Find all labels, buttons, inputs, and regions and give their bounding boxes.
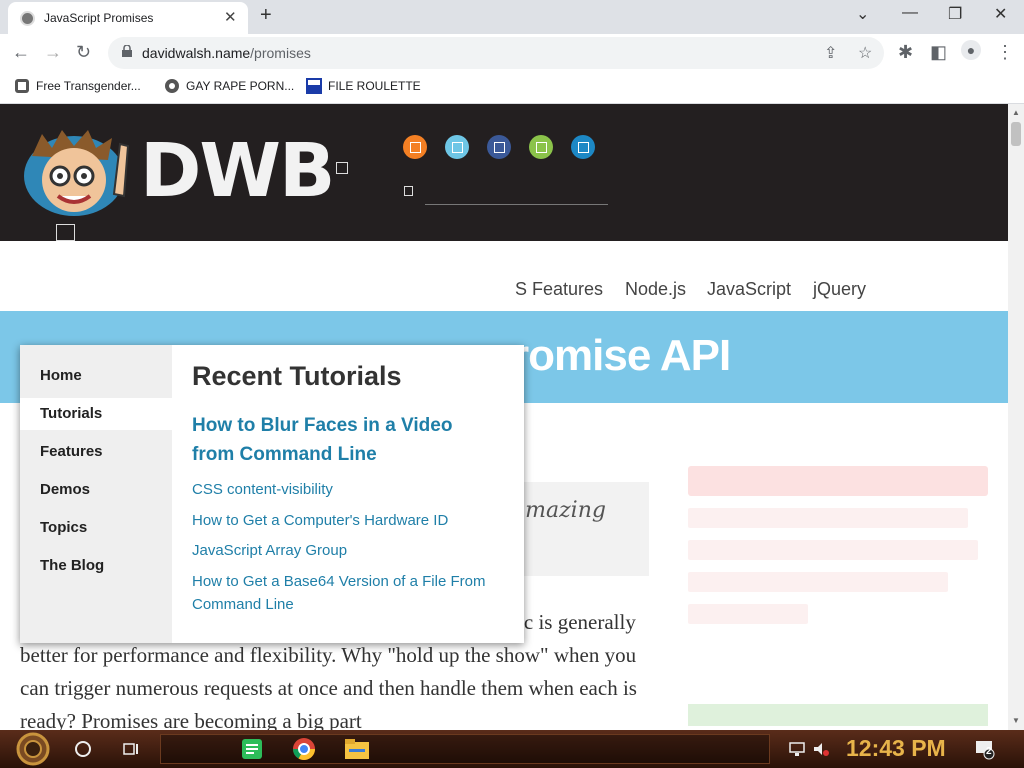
browser-tab[interactable]: JavaScript Promises ✕: [8, 2, 248, 34]
tutorial-link[interactable]: JavaScript Array Group: [192, 539, 512, 562]
notification-count: 2: [986, 746, 992, 757]
minimize-button[interactable]: —: [902, 4, 918, 22]
side-panel-icon[interactable]: ◧: [930, 42, 947, 63]
url-domain: davidwalsh.name: [142, 45, 251, 61]
scroll-thumb[interactable]: [1011, 122, 1021, 146]
maximize-button[interactable]: ❐: [948, 4, 962, 24]
page-scrollbar[interactable]: ▲ ▼: [1008, 104, 1024, 730]
start-button-icon[interactable]: [12, 732, 54, 766]
dos-icon: [306, 78, 322, 94]
menu-item-home[interactable]: Home: [20, 360, 172, 392]
rss-icon[interactable]: [403, 135, 427, 159]
hamburger-icon[interactable]: [56, 224, 75, 241]
linkedin-icon[interactable]: [571, 135, 595, 159]
article-title: romise API: [512, 331, 731, 380]
sidebar-line: [688, 540, 978, 560]
notes-app-icon[interactable]: [241, 738, 263, 760]
logo-mascot-icon[interactable]: [22, 126, 132, 218]
site-nav: S Features Node.js JavaScript jQuery: [0, 241, 1008, 311]
menu-item-the-blog[interactable]: The Blog: [20, 550, 172, 582]
menu-item-tutorials[interactable]: Tutorials: [20, 398, 172, 430]
browser-menu-icon[interactable]: ⋮: [996, 42, 1014, 63]
share-icon[interactable]: ⇪: [824, 43, 837, 63]
search-icon[interactable]: [404, 186, 413, 196]
nav-dropdown-menu: Home Tutorials Features Demos Topics The…: [20, 345, 524, 643]
search-circle-icon[interactable]: [74, 740, 92, 758]
notifications-icon[interactable]: [974, 738, 996, 760]
bookmark-item[interactable]: FILE ROULETTE: [306, 78, 421, 94]
scroll-down-icon[interactable]: ▼: [1012, 716, 1020, 725]
menu-item-features[interactable]: Features: [20, 436, 172, 468]
url-text: davidwalsh.name/promises: [142, 45, 311, 61]
bookmark-item[interactable]: GAY RAPE PORN...: [164, 78, 294, 94]
menu-categories: Home Tutorials Features Demos Topics The…: [20, 345, 172, 643]
nav-link-javascript[interactable]: JavaScript: [707, 279, 791, 300]
site-logo-text[interactable]: DWB: [140, 128, 335, 214]
network-icon[interactable]: [788, 740, 806, 758]
chrome-icon[interactable]: [292, 737, 316, 761]
volume-muted-icon[interactable]: [812, 740, 830, 758]
new-tab-button[interactable]: +: [260, 4, 272, 27]
sidebar-line: [688, 508, 968, 528]
tab-strip: JavaScript Promises ✕ + ⌄ — ❐ ✕: [0, 0, 1024, 34]
tutorial-link[interactable]: How to Get a Computer's Hardware ID: [192, 509, 512, 532]
bookmark-item[interactable]: Free Transgender...: [14, 78, 141, 94]
nav-link-nodejs[interactable]: Node.js: [625, 279, 686, 300]
menu-item-demos[interactable]: Demos: [20, 474, 172, 506]
browser-toolbar: ← → ↻ davidwalsh.name/promises ⇪ ☆ ✱ ◧ ●…: [0, 34, 1024, 72]
menu-toggle-icon[interactable]: [336, 162, 348, 174]
twitter-icon[interactable]: [445, 135, 469, 159]
scroll-up-icon[interactable]: ▲: [1012, 108, 1020, 117]
tutorial-link[interactable]: CSS content-visibility: [192, 478, 512, 501]
callout-text-tail: amazing: [512, 498, 606, 523]
nav-link-jquery[interactable]: jQuery: [813, 279, 866, 300]
globe-icon: [165, 79, 179, 93]
taskbar: 12:43 PM 2: [0, 730, 1024, 768]
tab-search-button[interactable]: ⌄: [856, 4, 869, 24]
globe-icon: [15, 79, 29, 93]
menu-item-topics[interactable]: Topics: [20, 512, 172, 544]
android-icon[interactable]: [529, 135, 553, 159]
profile-avatar-icon[interactable]: ●: [961, 40, 981, 60]
bookmark-label: FILE ROULETTE: [328, 79, 421, 93]
tab-favicon-icon: [20, 11, 35, 26]
sidebar-header: [688, 466, 988, 496]
sidebar-ad[interactable]: [688, 466, 988, 646]
extensions-icon[interactable]: ✱: [898, 42, 913, 63]
sidebar-line: [688, 572, 948, 592]
bookmark-label: Free Transgender...: [36, 79, 141, 93]
url-path: /promises: [250, 45, 311, 61]
back-arrow-icon[interactable]: ←: [12, 42, 30, 63]
tab-close-button[interactable]: ✕: [224, 8, 237, 26]
close-window-button[interactable]: ✕: [994, 4, 1007, 24]
tutorial-link[interactable]: How to Get a Base64 Version of a File Fr…: [192, 570, 512, 616]
web-page: DWB S Features Node.js JavaScript jQuery…: [0, 104, 1008, 730]
nav-link-features[interactable]: S Features: [515, 279, 603, 300]
sidebar-bottom-box: [688, 704, 988, 726]
bookmarks-bar: Free Transgender... GAY RAPE PORN... FIL…: [0, 72, 1024, 104]
forward-arrow-icon[interactable]: →: [44, 42, 62, 63]
search-input[interactable]: [425, 204, 608, 205]
bookmark-label: GAY RAPE PORN...: [186, 79, 295, 93]
featured-tutorial-link[interactable]: How to Blur Faces in a Video from Comman…: [192, 411, 492, 469]
bookmark-star-icon[interactable]: ☆: [858, 43, 872, 63]
site-header: DWB: [0, 104, 1008, 241]
reload-icon[interactable]: ↻: [76, 42, 91, 63]
lock-icon: [122, 45, 132, 57]
address-bar[interactable]: davidwalsh.name/promises ⇪ ☆: [108, 37, 884, 69]
taskbar-clock[interactable]: 12:43 PM: [846, 735, 946, 762]
task-view-icon[interactable]: [122, 740, 140, 758]
file-explorer-icon[interactable]: [345, 739, 369, 759]
tab-title: JavaScript Promises: [44, 11, 154, 25]
menu-heading: Recent Tutorials: [192, 361, 402, 391]
facebook-icon[interactable]: [487, 135, 511, 159]
sidebar-line: [688, 604, 808, 624]
